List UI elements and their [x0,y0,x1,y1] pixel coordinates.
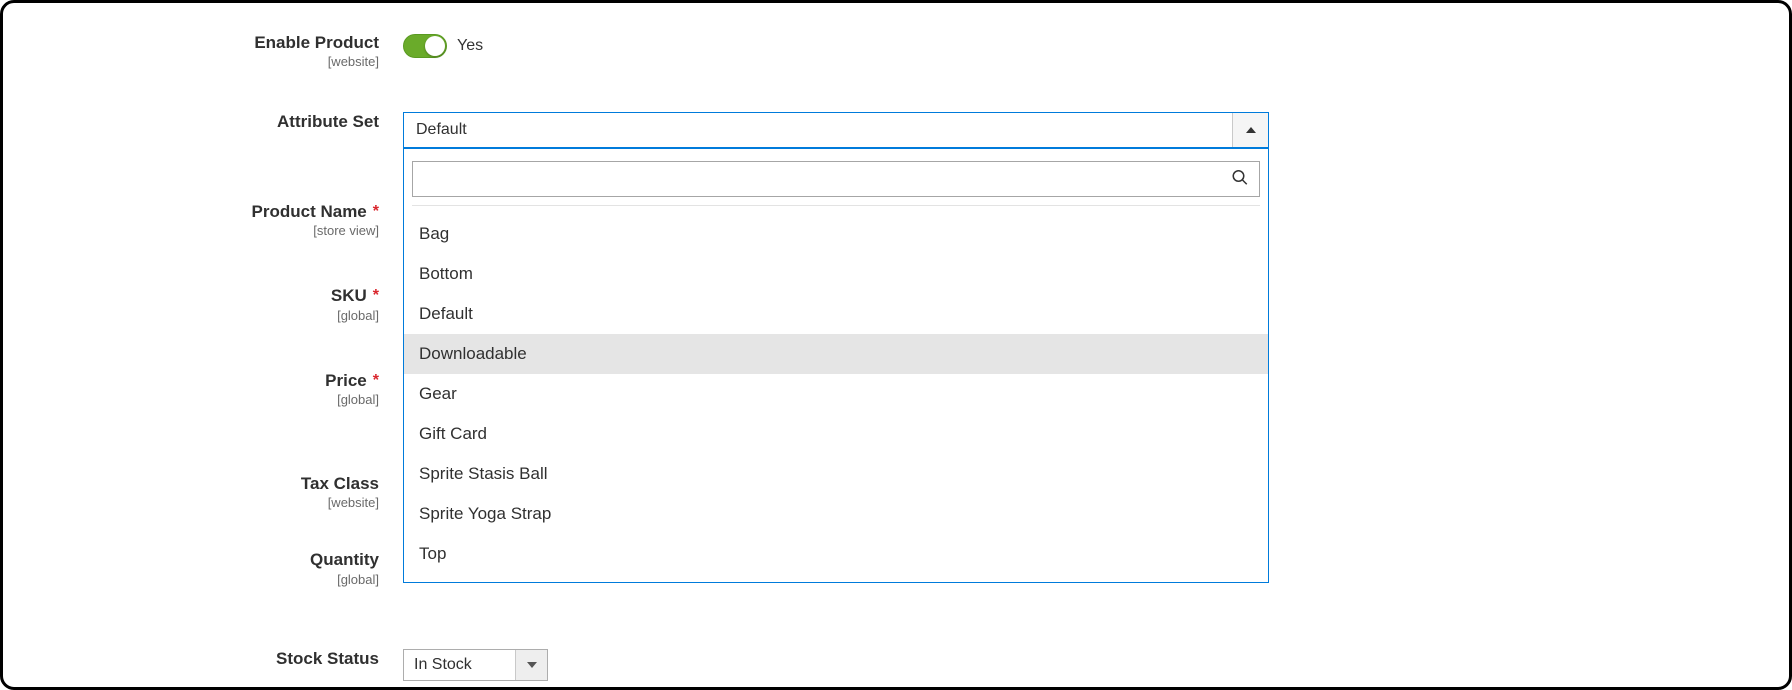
scope-enable-product: [website] [33,55,379,69]
scope-tax-class: [website] [33,496,379,510]
attribute-set-option[interactable]: Top [404,534,1268,574]
stock-status-selected-value: In Stock [404,650,515,680]
label-quantity: Quantity [33,550,379,570]
chevron-down-icon [527,662,537,668]
attribute-set-option[interactable]: Gift Card [404,414,1268,454]
label-price: Price* [33,371,379,391]
required-asterisk: * [373,371,379,390]
label-enable-product: Enable Product [33,33,379,53]
label-stock-status: Stock Status [33,649,379,669]
required-asterisk: * [373,286,379,305]
attribute-set-options-list: BagBottomDefaultDownloadableGearGift Car… [404,210,1268,582]
attribute-set-option[interactable]: Gear [404,374,1268,414]
attribute-set-option[interactable]: Bag [404,214,1268,254]
attribute-set-option[interactable]: Sprite Yoga Strap [404,494,1268,534]
stock-status-caret[interactable] [515,650,547,680]
scope-product-name: [store view] [33,224,379,238]
toggle-knob [425,36,445,56]
scope-quantity: [global] [33,573,379,587]
enable-product-toggle[interactable] [403,34,447,58]
scope-sku: [global] [33,309,379,323]
attribute-set-select[interactable]: Default [403,112,1269,148]
attribute-set-selected-value: Default [404,113,1232,147]
scope-price: [global] [33,393,379,407]
attribute-set-option[interactable]: Bottom [404,254,1268,294]
attribute-set-search [412,161,1260,197]
search-icon [1231,168,1249,189]
stock-status-select[interactable]: In Stock [403,649,548,681]
label-product-name: Product Name* [33,202,379,222]
required-asterisk: * [373,202,379,221]
row-enable-product: Enable Product [website] Yes [33,33,1759,70]
dropdown-divider [412,205,1260,206]
enable-product-value: Yes [457,37,483,55]
attribute-set-option[interactable]: Sprite Stasis Ball [404,454,1268,494]
attribute-set-caret[interactable] [1232,113,1268,147]
label-sku: SKU* [33,286,379,306]
attribute-set-search-input[interactable] [413,162,1219,196]
row-stock-status: Stock Status In Stock [33,649,1759,681]
attribute-set-dropdown: BagBottomDefaultDownloadableGearGift Car… [403,148,1269,583]
label-tax-class: Tax Class [33,474,379,494]
attribute-set-option[interactable]: Default [404,294,1268,334]
label-attribute-set: Attribute Set [33,112,379,132]
product-form-panel: Enable Product [website] Yes Attribute S… [0,0,1792,690]
attribute-set-option[interactable]: Downloadable [404,334,1268,374]
row-attribute-set: Attribute Set Default [33,112,1759,148]
chevron-up-icon [1246,127,1256,133]
